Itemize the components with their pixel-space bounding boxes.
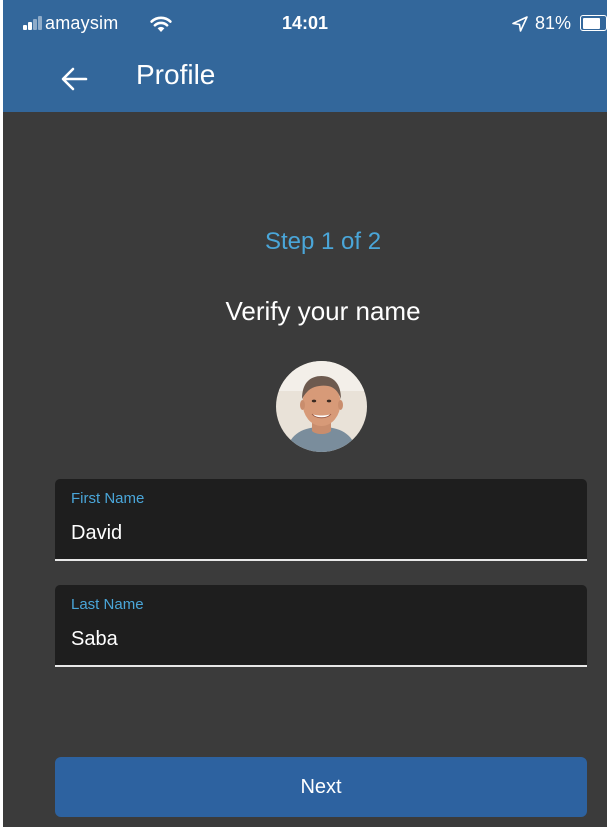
battery-icon [580,15,607,31]
arrow-left-icon[interactable] [59,64,89,94]
avatar [276,361,367,452]
first-name-field[interactable]: First Name [55,479,587,561]
status-bar: amaysim 14:01 81% [3,0,607,46]
next-button[interactable]: Next [55,757,587,817]
step-indicator: Step 1 of 2 [264,228,382,255]
app-screen: amaysim 14:01 81% Profile Step 1 of 2 Ve… [3,0,607,827]
first-name-label: First Name [71,490,145,507]
section-heading: Verify your name [225,296,421,326]
location-arrow-icon [512,16,528,32]
first-name-input[interactable] [71,522,571,545]
profile-photo [276,361,367,452]
battery-percent: 81% [535,13,572,33]
last-name-field[interactable]: Last Name [55,585,587,667]
last-name-input[interactable] [71,628,571,651]
battery-level [582,17,601,29]
page-title: Profile [136,59,216,90]
app-bar: amaysim 14:01 81% Profile [3,0,607,112]
last-name-label: Last Name [71,596,144,613]
header: Profile [3,46,607,112]
